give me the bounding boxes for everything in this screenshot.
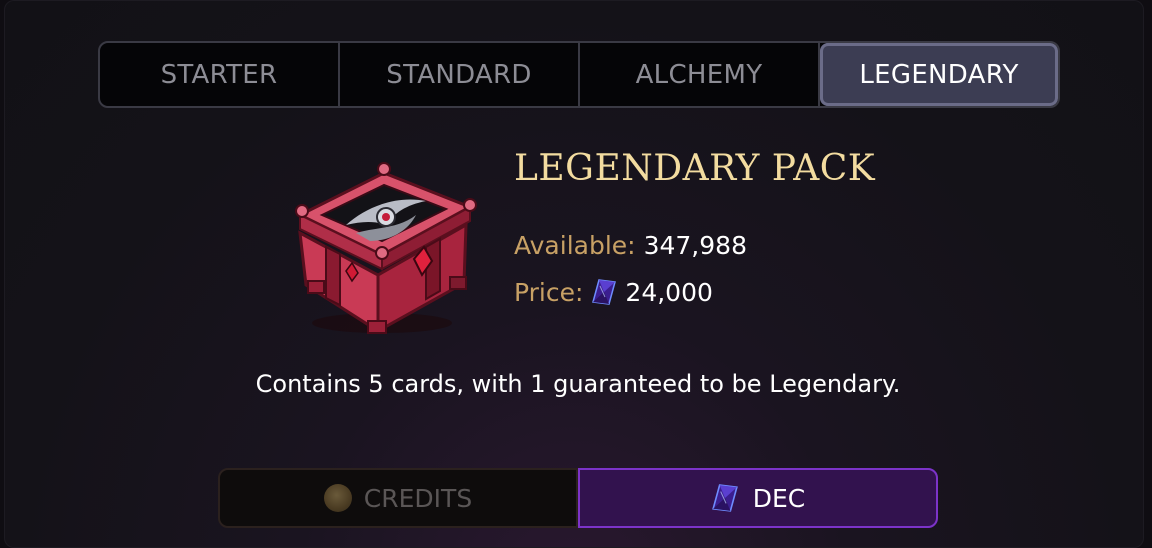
dec-button[interactable]: DEC [578,468,938,528]
price-row: Price: 24,000 [514,277,713,307]
available-label: Available: [514,231,636,260]
available-value: 347,988 [643,231,747,260]
available-row: Available: 347,988 [514,231,747,260]
credits-label: CREDITS [363,483,473,513]
currency-selector: CREDITS DEC [218,468,938,528]
pack-description: Contains 5 cards, with 1 guaranteed to b… [255,370,901,398]
price-value: 24,000 [625,277,713,307]
pack-title: LEGENDARY PACK [514,148,876,189]
tab-standard[interactable]: STANDARD [340,43,580,106]
credits-coin-icon [323,484,352,512]
dec-gem-icon [711,484,738,512]
tab-starter[interactable]: STARTER [100,43,340,106]
pack-shop-panel: STARTER STANDARD ALCHEMY LEGENDARY LEGEN… [4,0,1144,548]
dec-label: DEC [752,483,806,513]
legendary-chest-icon [295,162,477,334]
dec-gem-icon [592,279,617,305]
pack-type-tabs: STARTER STANDARD ALCHEMY LEGENDARY [98,41,1060,108]
tab-legendary[interactable]: LEGENDARY [820,43,1058,106]
credits-button[interactable]: CREDITS [218,468,578,528]
price-label: Price: [514,277,584,307]
tab-alchemy[interactable]: ALCHEMY [580,43,820,106]
